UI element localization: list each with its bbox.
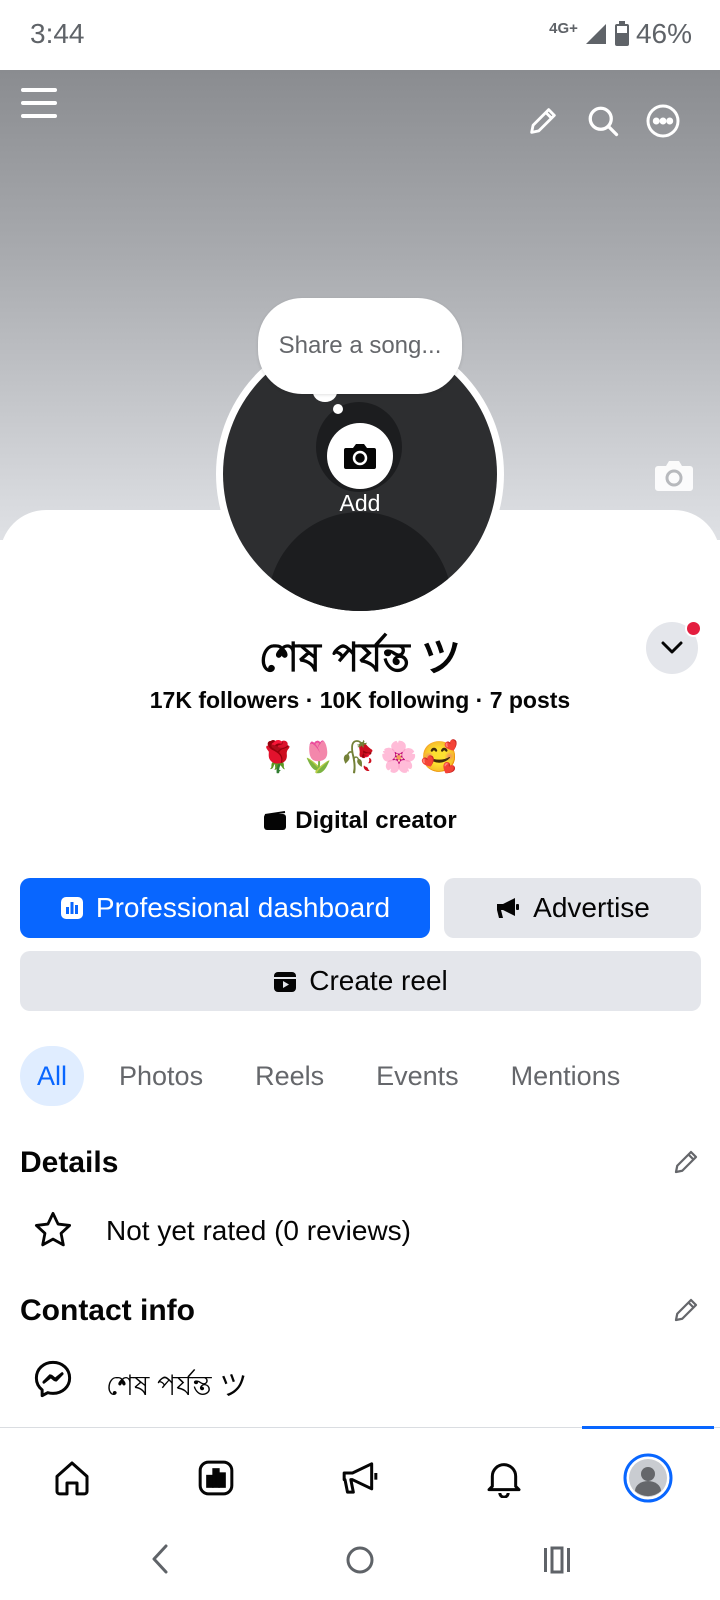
clapperboard-icon: [264, 811, 287, 830]
bell-icon[interactable]: [474, 1448, 534, 1508]
dashboard-icon[interactable]: [186, 1448, 246, 1508]
back-icon[interactable]: [148, 1543, 172, 1580]
create-reel-label: Create reel: [309, 965, 448, 996]
tab-mentions[interactable]: Mentions: [494, 1046, 638, 1106]
category-label: Digital creator: [295, 807, 457, 834]
messenger-icon: [30, 1356, 76, 1402]
camera-icon[interactable]: [654, 458, 694, 497]
tab-photos[interactable]: Photos: [102, 1046, 220, 1106]
rating-text: Not yet rated (0 reviews): [106, 1215, 411, 1246]
advertise-button[interactable]: Advertise: [444, 878, 701, 938]
profile-bio: 🌹🌷🥀🌸🥰: [259, 741, 461, 774]
share-song-bubble[interactable]: Share a song...: [258, 298, 462, 394]
profile-name: শেষ পর্যন্ত ツ: [259, 636, 461, 680]
avatar-silhouette-body: [268, 512, 452, 611]
hamburger-menu-icon[interactable]: [16, 80, 62, 126]
active-tab-indicator: [582, 1426, 714, 1429]
tab-all[interactable]: All: [20, 1046, 85, 1106]
advertise-label: Advertise: [533, 892, 650, 923]
details-title: Details: [20, 1146, 119, 1179]
recent-apps-icon[interactable]: [542, 1546, 572, 1579]
search-icon[interactable]: [580, 98, 626, 144]
tab-reels[interactable]: Reels: [238, 1046, 341, 1106]
status-indicators: 4G+ 46%: [549, 18, 692, 50]
network-type: 4G+: [549, 19, 578, 37]
professional-dashboard-button[interactable]: Professional dashboard: [20, 878, 430, 938]
battery-level: 46%: [635, 18, 692, 49]
professional-dashboard-label: Professional dashboard: [95, 892, 391, 923]
battery-icon: [614, 21, 629, 46]
add-photo-label: Add: [339, 490, 381, 516]
notification-dot: [685, 620, 702, 637]
tab-events[interactable]: Events: [359, 1046, 476, 1106]
profile-tabs: All Photos Reels Events Mentions: [20, 1046, 655, 1106]
camera-icon: [344, 444, 376, 469]
star-icon: [30, 1207, 76, 1253]
profile-avatar-icon[interactable]: [618, 1448, 678, 1508]
reel-icon: [274, 972, 297, 992]
contact-info-title: Contact info: [20, 1294, 195, 1327]
profile-category: Digital creator: [0, 807, 720, 835]
dashboard-icon: [60, 897, 83, 919]
create-reel-button[interactable]: Create reel: [20, 951, 701, 1011]
pencil-icon[interactable]: [520, 98, 566, 144]
home-icon[interactable]: [42, 1448, 102, 1508]
megaphone-icon: [497, 898, 520, 918]
signal-icon: [585, 24, 606, 44]
more-icon[interactable]: [640, 98, 686, 144]
chevron-down-icon: [661, 641, 683, 654]
home-button-icon[interactable]: [344, 1544, 376, 1581]
profile-stats[interactable]: 17K followers · 10K following · 7 posts: [0, 687, 720, 714]
add-photo-button[interactable]: [327, 423, 393, 489]
megaphone-icon[interactable]: [330, 1448, 390, 1508]
edit-contact-pencil-icon[interactable]: [666, 1290, 706, 1330]
status-time: 3:44: [30, 18, 85, 49]
edit-details-pencil-icon[interactable]: [666, 1142, 706, 1182]
messenger-name[interactable]: শেষ পর্যন্ত ツ: [106, 1364, 247, 1411]
bubble-tail-dot: [333, 404, 343, 414]
